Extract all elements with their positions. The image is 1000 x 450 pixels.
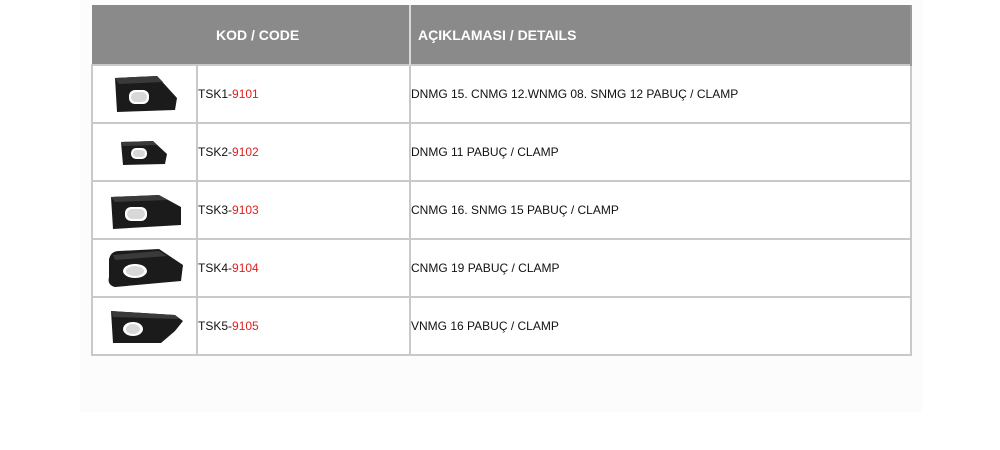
details-column-header: AÇIKLAMASI / DETAILS (410, 5, 913, 65)
product-image-cell (91, 180, 198, 240)
table-row: TSK1-9101 DNMG 15. CNMG 12.WNMG 08. SNMG… (91, 64, 913, 124)
product-image-cell (91, 238, 198, 298)
code-prefix: TSK1- (198, 87, 233, 101)
details-cell: CNMG 16. SNMG 15 PABUÇ / CLAMP (409, 180, 913, 240)
code-number: 9105 (232, 319, 259, 333)
code-cell: TSK5-9105 (195, 296, 412, 356)
table-row: TSK4-9104 CNMG 19 PABUÇ / CLAMP (91, 238, 913, 298)
details-cell: DNMG 11 PABUÇ / CLAMP (409, 122, 913, 182)
clamp-1-icon (114, 76, 177, 112)
code-cell: TSK4-9104 (195, 238, 412, 298)
product-image-cell (91, 296, 198, 356)
code-cell: TSK2-9102 (195, 122, 412, 182)
code-prefix: TSK3- (198, 203, 233, 217)
code-column-header: KOD / CODE (92, 5, 412, 65)
clamp-3-icon (110, 195, 181, 229)
code-number: 9104 (232, 261, 259, 275)
code-prefix: TSK4- (198, 261, 233, 275)
product-image-cell (91, 122, 198, 182)
clamp-4-icon (108, 249, 183, 287)
code-prefix: TSK5- (198, 319, 233, 333)
clamp-5-icon (110, 311, 183, 343)
code-number: 9102 (232, 145, 259, 159)
details-cell: DNMG 15. CNMG 12.WNMG 08. SNMG 12 PABUÇ … (409, 64, 913, 124)
clamp-catalog-table: KOD / CODE AÇIKLAMASI / DETAILS TSK1-910… (91, 5, 913, 356)
table-row: TSK3-9103 CNMG 16. SNMG 15 PABUÇ / CLAMP (91, 180, 913, 240)
details-cell: CNMG 19 PABUÇ / CLAMP (409, 238, 913, 298)
code-cell: TSK1-9101 (195, 64, 412, 124)
code-number: 9103 (232, 203, 259, 217)
details-cell: VNMG 16 PABUÇ / CLAMP (409, 296, 913, 356)
table-row: TSK2-9102 DNMG 11 PABUÇ / CLAMP (91, 122, 913, 182)
table-header-row: KOD / CODE AÇIKLAMASI / DETAILS (92, 5, 913, 65)
code-number: 9101 (232, 87, 259, 101)
code-cell: TSK3-9103 (195, 180, 412, 240)
code-prefix: TSK2- (198, 145, 233, 159)
product-image-cell (91, 64, 198, 124)
table-row: TSK5-9105 VNMG 16 PABUÇ / CLAMP (91, 296, 913, 356)
clamp-2-icon (120, 141, 167, 165)
